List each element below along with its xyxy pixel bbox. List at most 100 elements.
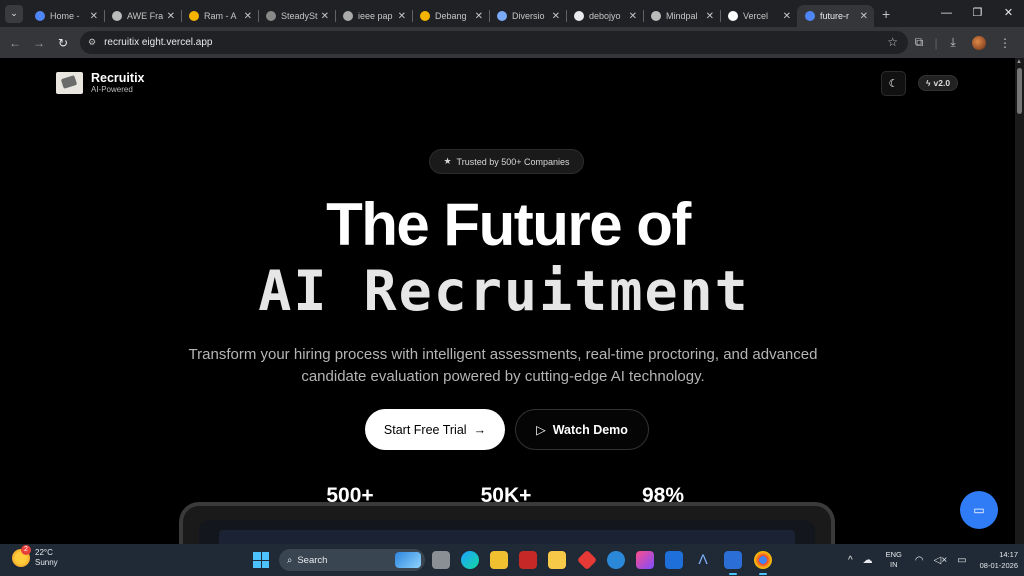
dashboard-preview: [179, 502, 835, 544]
tab-title: Ram - A: [204, 11, 237, 21]
edge-icon[interactable]: [461, 551, 479, 569]
tab-title: ieee pap: [358, 11, 393, 21]
clock-time: 14:17: [999, 550, 1018, 559]
clock[interactable]: 14:17 08-01-2026: [980, 549, 1018, 571]
maximize-button[interactable]: ❐: [962, 0, 993, 27]
tab-favicon-icon: [189, 11, 199, 21]
extensions-icon[interactable]: ⧉: [906, 35, 932, 50]
tab-favicon-icon: [497, 11, 507, 21]
theme-toggle-button[interactable]: ☾: [881, 71, 906, 96]
tab-title: Home -: [50, 11, 80, 21]
browser-tab[interactable]: future-r ✕: [797, 5, 874, 27]
new-tab-button[interactable]: +: [882, 6, 890, 22]
minimize-button[interactable]: —: [931, 0, 962, 27]
tab-favicon-icon: [420, 11, 430, 21]
download-icon[interactable]: ⤓: [940, 35, 966, 50]
mcafee-icon[interactable]: [519, 551, 537, 569]
browser-menu-icon[interactable]: ⋮: [992, 36, 1018, 50]
tab-close-icon[interactable]: ✕: [783, 11, 791, 22]
browser-tab[interactable]: Home - ✕: [27, 5, 104, 27]
browser-tab[interactable]: debojyo ✕: [566, 5, 643, 27]
profile-avatar[interactable]: [972, 35, 986, 50]
taskbar-search[interactable]: ⌕ Search: [279, 549, 425, 571]
reload-button[interactable]: ↻: [51, 36, 75, 50]
weather-temperature: 22°C: [35, 548, 53, 557]
brand-logo: [56, 72, 83, 94]
browser-tab[interactable]: AWE Fra ✕: [104, 5, 181, 27]
close-window-button[interactable]: ✕: [993, 0, 1024, 27]
tab-favicon-icon: [343, 11, 353, 21]
browser-toolbar: ← → ↻ ⚙ recruitix eight.vercel.app ☆ ⧉ |…: [0, 27, 1024, 58]
battery-icon[interactable]: ▭: [957, 555, 966, 566]
forward-button[interactable]: →: [27, 36, 51, 50]
settings-icon[interactable]: [607, 551, 625, 569]
url-text[interactable]: recruitix eight.vercel.app: [104, 37, 212, 48]
browser-tab[interactable]: ieee pap ✕: [335, 5, 412, 27]
trust-badge-label: Trusted by 500+ Companies: [456, 156, 570, 167]
weather-widget[interactable]: 2 22°C Sunny: [12, 545, 58, 568]
tab-close-icon[interactable]: ✕: [629, 11, 637, 22]
tab-title: Mindpal: [666, 11, 698, 21]
tab-close-icon[interactable]: ✕: [321, 11, 329, 22]
tab-close-icon[interactable]: ✕: [860, 11, 868, 22]
tab-favicon-icon: [112, 11, 122, 21]
tab-title: Diversio: [512, 11, 545, 21]
file-explorer-icon[interactable]: [548, 551, 566, 569]
tray-overflow-icon[interactable]: ^: [848, 555, 853, 566]
windows-taskbar: 2 22°C Sunny ⌕ Search Λ ^ ☁ ENG IN ◠ ◁× …: [0, 544, 1024, 576]
browser-tab[interactable]: Vercel ✕: [720, 5, 797, 27]
version-badge: ϟ v2.0: [918, 75, 959, 91]
tab-search-button[interactable]: ⌄: [5, 4, 23, 23]
browser-tab[interactable]: SteadySt ✕: [258, 5, 335, 27]
start-button[interactable]: [253, 552, 269, 568]
web-page: Recruitix AI-Powered ☾ ϟ v2.0 ★ Trusted …: [0, 58, 1024, 544]
bookmark-star-icon[interactable]: ☆: [887, 35, 898, 49]
tab-close-icon[interactable]: ✕: [167, 11, 175, 22]
chat-icon: ▭: [973, 503, 985, 517]
hero-description: Transform your hiring process with intel…: [188, 346, 818, 385]
page-scrollbar[interactable]: ▲: [1015, 58, 1024, 544]
copilot-icon[interactable]: [636, 551, 654, 569]
watch-demo-button[interactable]: ▷ Watch Demo: [515, 409, 649, 450]
search-highlight-image: [395, 552, 421, 568]
outlook-icon[interactable]: [665, 551, 683, 569]
language-indicator[interactable]: ENG IN: [886, 550, 902, 570]
start-free-trial-button[interactable]: Start Free Trial →: [365, 409, 505, 450]
dashboard-preview-screen: [199, 520, 815, 544]
browser-tab[interactable]: Debang ✕: [412, 5, 489, 27]
tray-app-icon[interactable]: ☁: [863, 555, 873, 566]
tab-list: Home - ✕ AWE Fra ✕ Ram - A ✕ SteadySt ✕ ieee pap…: [27, 0, 874, 27]
site-info-icon[interactable]: ⚙: [88, 37, 96, 48]
wifi-icon[interactable]: ◠: [915, 555, 924, 566]
back-button[interactable]: ←: [3, 36, 27, 50]
git-icon[interactable]: [576, 549, 598, 571]
tab-close-icon[interactable]: ✕: [244, 11, 252, 22]
tab-title: Debang: [435, 11, 467, 21]
browser-tab[interactable]: Diversio ✕: [489, 5, 566, 27]
tab-close-icon[interactable]: ✕: [706, 11, 714, 22]
arrow-right-icon: →: [473, 422, 487, 437]
start-free-trial-label: Start Free Trial: [383, 422, 467, 437]
word-icon[interactable]: [724, 551, 742, 575]
weather-badge: 2: [21, 545, 31, 555]
app-a-icon[interactable]: Λ: [694, 551, 712, 569]
browser-tab[interactable]: Ram - A ✕: [181, 5, 258, 27]
brand-name: Recruitix: [91, 71, 145, 85]
tab-close-icon[interactable]: ✕: [398, 11, 406, 22]
chat-button[interactable]: ▭: [960, 491, 998, 529]
task-view-icon[interactable]: [432, 551, 450, 569]
browser-tab[interactable]: Mindpal ✕: [643, 5, 720, 27]
volume-mute-icon[interactable]: ◁×: [934, 555, 948, 566]
chrome-icon[interactable]: [754, 551, 772, 575]
scrollbar-thumb[interactable]: [1017, 68, 1022, 114]
brand[interactable]: Recruitix AI-Powered: [56, 71, 145, 95]
toolbar-actions: ⧉ | ⤓ ⋮: [906, 27, 1018, 58]
lightning-icon: ϟ: [926, 78, 931, 88]
address-bar[interactable]: ⚙ recruitix eight.vercel.app ☆: [80, 31, 908, 54]
scroll-up-arrow[interactable]: ▲: [1016, 59, 1022, 65]
tab-close-icon[interactable]: ✕: [552, 11, 560, 22]
tab-close-icon[interactable]: ✕: [90, 11, 98, 22]
weather-condition: Sunny: [35, 558, 58, 567]
store-icon[interactable]: [490, 551, 508, 569]
tab-close-icon[interactable]: ✕: [475, 11, 483, 22]
